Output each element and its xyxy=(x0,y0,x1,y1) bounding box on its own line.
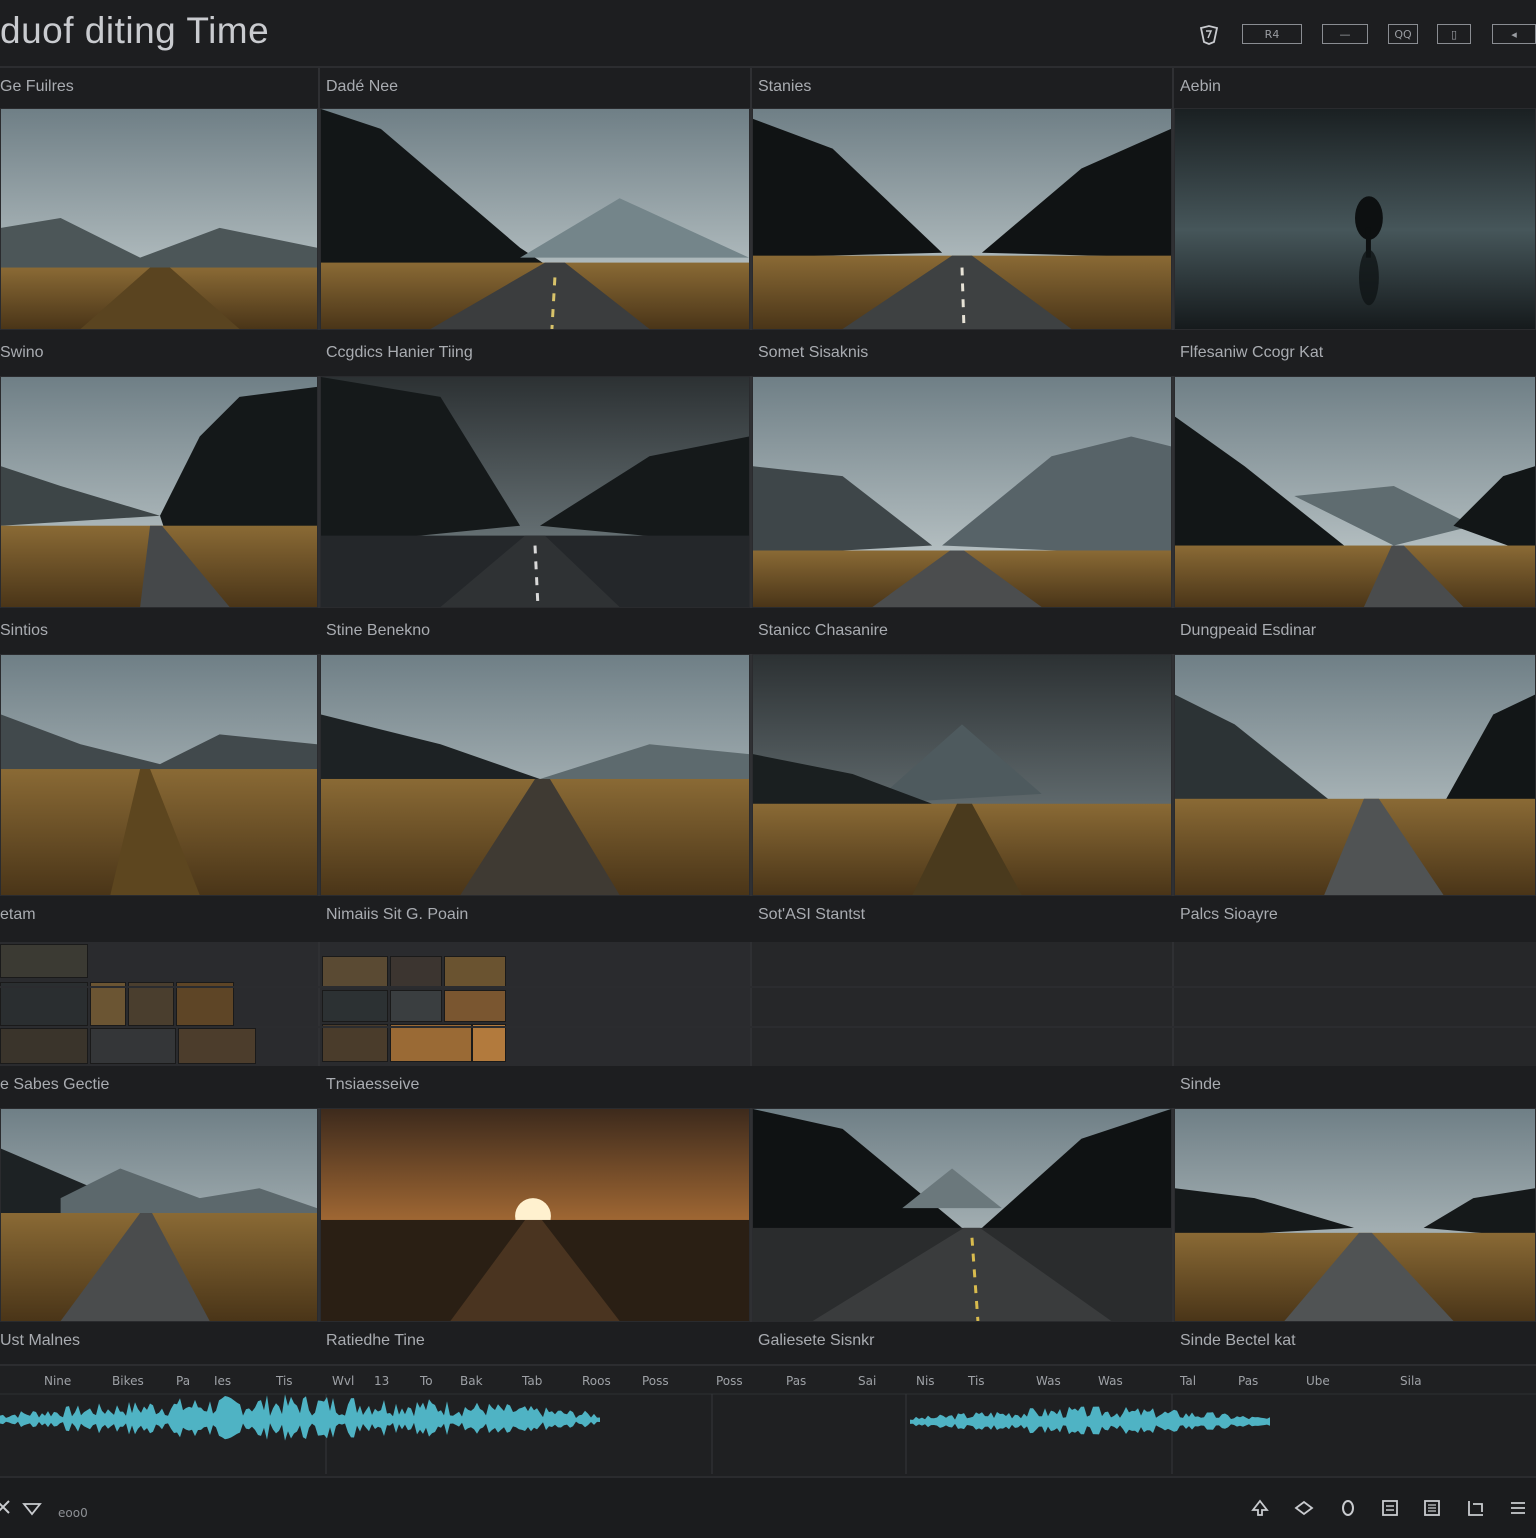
clip-thumbnail[interactable] xyxy=(752,108,1172,330)
clip-label: Sinde xyxy=(1180,1076,1221,1093)
zoom-button[interactable]: — xyxy=(1322,24,1368,44)
clip-label: Somet Sisaknis xyxy=(758,344,869,361)
clip-label: etam xyxy=(0,906,36,923)
mini-clip[interactable] xyxy=(0,944,88,978)
mini-clip[interactable] xyxy=(322,990,388,1022)
clip-label: Stanicc Chasanire xyxy=(758,622,888,639)
mini-clip[interactable] xyxy=(178,1028,256,1064)
record-button[interactable]: R4 xyxy=(1242,24,1302,44)
row-label-band: Sintios Stine Benekno Stanicc Chasanire … xyxy=(0,608,1536,654)
clip-thumbnail[interactable] xyxy=(320,108,750,330)
clip-thumbnail[interactable] xyxy=(1174,1108,1536,1322)
top-bar: duof diting Time R4 — QQ ▯ ◂ xyxy=(0,0,1536,68)
waveform-track[interactable] xyxy=(0,1366,1536,1476)
column-header[interactable]: Ge Fuilres xyxy=(0,78,74,96)
clip-label: Sintios xyxy=(0,622,49,639)
export-icon[interactable] xyxy=(1466,1498,1486,1518)
mini-clip[interactable] xyxy=(322,956,388,988)
row-label-band: Swino Ccgdics Hanier Tiing Somet Sisakni… xyxy=(0,330,1536,376)
row-label-band: Ust Malnes Ratiedhe Tine Galiesete Sisnk… xyxy=(0,1322,1536,1364)
clip-thumbnail[interactable] xyxy=(0,108,318,330)
storyboard-strip xyxy=(1174,942,1536,1066)
clip-thumbnail[interactable] xyxy=(320,654,750,896)
loop-button-label: QQ xyxy=(1394,28,1412,41)
export-icon[interactable] xyxy=(1508,1498,1528,1518)
row-label-band: e Sabes Gectie Tnsiaesseive Sinde xyxy=(0,1066,1536,1108)
clip-label: Palcs Sioayre xyxy=(1180,906,1278,923)
mini-clip[interactable] xyxy=(128,982,174,1026)
clip-label: Ust Malnes xyxy=(0,1332,81,1349)
send-icon[interactable] xyxy=(22,1498,42,1518)
loop-button[interactable]: QQ xyxy=(1388,24,1418,44)
clip-label: Swino xyxy=(0,344,44,361)
storyboard-strip xyxy=(320,942,750,1066)
record-icon[interactable] xyxy=(1338,1498,1358,1518)
track-divider xyxy=(0,986,1536,988)
row-label-band: etam Nimaiis Sit G. Poain Sot'ASI Stants… xyxy=(0,896,1536,942)
column-header[interactable]: Stanies xyxy=(758,78,811,96)
status-text: eoo0 xyxy=(58,1506,88,1520)
mini-clip[interactable] xyxy=(0,982,88,1026)
grid-icon[interactable] xyxy=(1380,1498,1400,1518)
mini-clip[interactable] xyxy=(0,1028,88,1064)
clip-label: Ratiedhe Tine xyxy=(326,1332,425,1349)
zoom-button-label: — xyxy=(1339,28,1351,41)
clip-thumbnail[interactable] xyxy=(752,654,1172,896)
clip-label: Ccgdics Hanier Tiing xyxy=(326,344,473,361)
list-icon[interactable] xyxy=(1422,1498,1442,1518)
clip-label: Stine Benekno xyxy=(326,622,431,639)
clip-label: Sot'ASI Stantst xyxy=(758,906,866,923)
clip-label: Galiesete Sisnkr xyxy=(758,1332,875,1349)
mini-clip[interactable] xyxy=(90,1028,176,1064)
mini-clip[interactable] xyxy=(322,1024,388,1062)
share-icon[interactable] xyxy=(1294,1498,1314,1518)
clip-label: Nimaiis Sit G. Poain xyxy=(326,906,469,923)
clip-thumbnail[interactable] xyxy=(0,1108,318,1322)
audio-button-label: ◂ xyxy=(1511,28,1517,41)
panel-button[interactable]: ▯ xyxy=(1437,24,1471,44)
clip-thumbnail[interactable] xyxy=(752,1108,1172,1322)
clip-thumbnail[interactable] xyxy=(752,376,1172,608)
clip-thumbnail[interactable] xyxy=(1174,108,1536,330)
audio-timeline[interactable]: Nine Bikes Pa Ies Tis Wvl 13 To Bak Tab … xyxy=(0,1364,1536,1476)
track-divider xyxy=(0,1026,1536,1028)
mini-clip[interactable] xyxy=(472,1024,506,1062)
up-arrow-icon[interactable] xyxy=(1250,1498,1270,1518)
clip-label: e Sabes Gectie xyxy=(0,1076,110,1093)
clip-thumbnail[interactable] xyxy=(320,376,750,608)
clip-label: Dungpeaid Esdinar xyxy=(1180,622,1317,639)
mini-clip[interactable] xyxy=(90,982,126,1026)
mini-clip[interactable] xyxy=(390,1024,472,1062)
mini-clip[interactable] xyxy=(390,956,442,988)
record-button-label: R4 xyxy=(1264,28,1280,41)
clip-thumbnail[interactable] xyxy=(0,376,318,608)
panel-button-label: ▯ xyxy=(1450,28,1458,41)
logo-icon[interactable] xyxy=(1196,22,1222,48)
audio-button[interactable]: ◂ xyxy=(1492,24,1536,44)
storyboard-strip xyxy=(0,942,318,1066)
clip-label: Flfesaniw Ccogr Kat xyxy=(1180,344,1324,361)
clip-label: Tnsiaesseive xyxy=(326,1076,420,1093)
clip-thumbnail[interactable] xyxy=(1174,376,1536,608)
audio-waveform xyxy=(0,1394,600,1441)
clip-thumbnail[interactable] xyxy=(1174,654,1536,896)
column-header[interactable]: Dadé Nee xyxy=(326,78,398,96)
audio-waveform xyxy=(910,1406,1270,1435)
app-title: duof diting Time xyxy=(0,10,270,51)
column-header-band: Ge Fuilres Dadé Nee Stanies Aebin xyxy=(0,68,1536,108)
clip-label: Sinde Bectel kat xyxy=(1180,1332,1296,1349)
close-icon[interactable] xyxy=(0,1498,14,1518)
clip-thumbnail[interactable] xyxy=(320,1108,750,1322)
mini-clip[interactable] xyxy=(444,990,506,1022)
column-header[interactable]: Aebin xyxy=(1180,78,1221,96)
mini-clip[interactable] xyxy=(390,990,442,1022)
clip-thumbnail[interactable] xyxy=(0,654,318,896)
mini-clip[interactable] xyxy=(444,956,506,988)
bottom-bar: eoo0 xyxy=(0,1476,1536,1538)
mini-clip[interactable] xyxy=(176,982,234,1026)
storyboard-strip xyxy=(752,942,1172,1066)
